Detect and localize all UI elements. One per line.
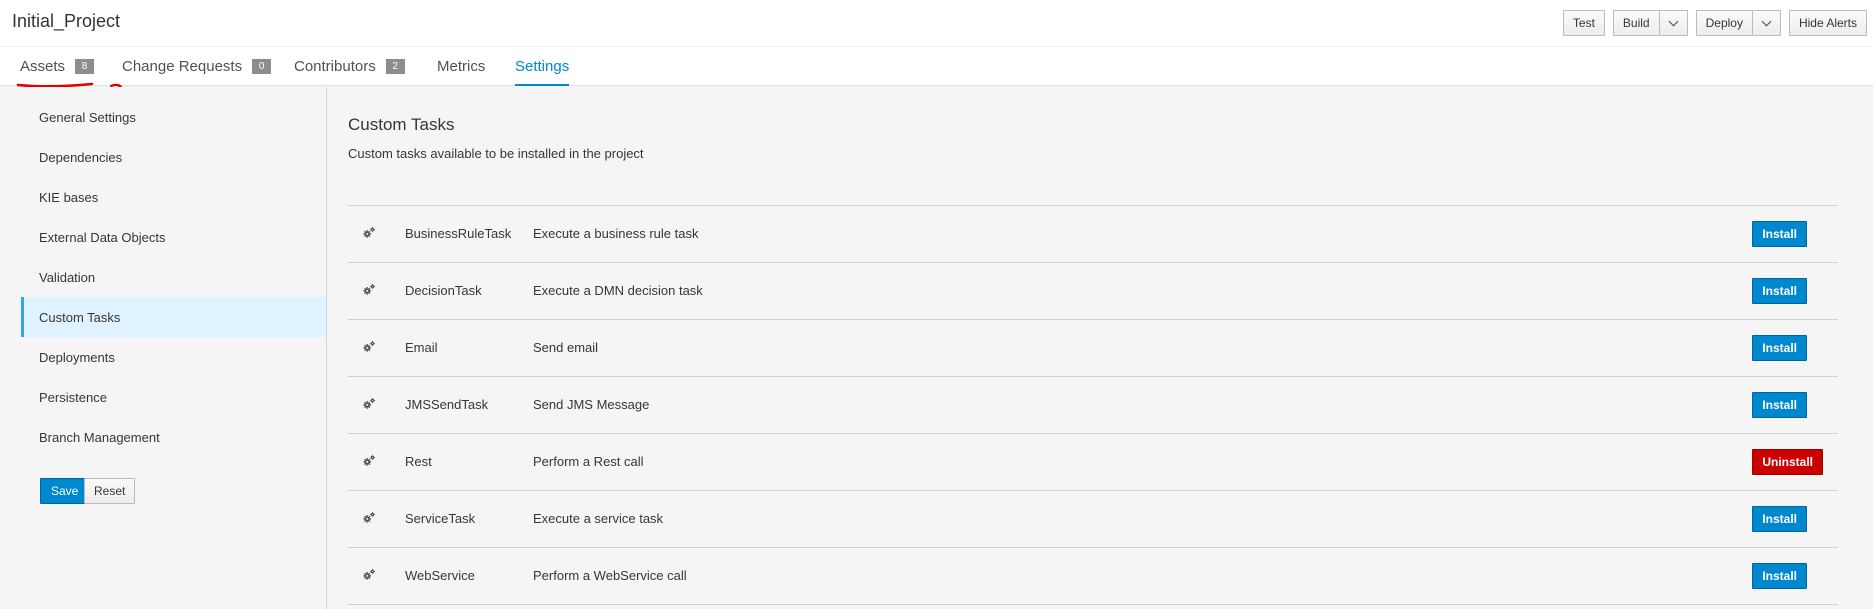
reset-button[interactable]: Reset	[84, 478, 136, 504]
install-button[interactable]: Install	[1752, 506, 1807, 532]
tab-metrics[interactable]: Metrics	[437, 47, 485, 85]
count-badge: 8	[75, 58, 95, 74]
sidebar-item-deployments[interactable]: Deployments	[21, 337, 326, 377]
chevron-down-icon	[1668, 16, 1679, 26]
table-row: JMSSendTask Send JMS Message Install	[348, 377, 1838, 434]
settings-sidebar: General Settings Dependencies KIE bases …	[0, 87, 327, 609]
build-button-group: Build	[1612, 10, 1688, 36]
custom-tasks-table: BusinessRuleTask Execute a business rule …	[348, 205, 1838, 605]
task-description: Perform a WebService call	[533, 568, 687, 583]
count-badge: 2	[385, 58, 405, 74]
chevron-down-icon	[1761, 16, 1772, 26]
install-button[interactable]: Install	[1752, 392, 1807, 418]
test-button[interactable]: Test	[1562, 10, 1605, 36]
custom-tasks-panel: Custom Tasks Custom tasks available to b…	[328, 87, 1873, 609]
sidebar-item-custom-tasks[interactable]: Custom Tasks	[21, 297, 326, 337]
task-name: BusinessRuleTask	[405, 226, 512, 241]
deploy-button-group: Deploy	[1695, 10, 1781, 36]
table-row: ServiceTask Execute a service task Install	[348, 491, 1838, 548]
task-name: JMSSendTask	[405, 397, 489, 412]
sidebar-item-validation[interactable]: Validation	[21, 257, 326, 297]
save-button[interactable]: Save	[40, 478, 90, 504]
task-description: Perform a Rest call	[533, 454, 644, 469]
page-description: Custom tasks available to be installed i…	[348, 146, 644, 161]
tab-contributors[interactable]: Contributors 2	[294, 47, 405, 85]
sidebar-item-persistence[interactable]: Persistence	[21, 377, 326, 417]
table-row: DecisionTask Execute a DMN decision task I…	[348, 263, 1838, 320]
project-title: Initial_Project	[12, 11, 121, 31]
sidebar-item-external-data-objects[interactable]: External Data Objects	[21, 217, 326, 257]
hide-alerts-button[interactable]: Hide Alerts	[1788, 10, 1867, 36]
tab-label: Metrics	[437, 57, 486, 75]
table-row: Rest Perform a Rest call Uninstall	[348, 434, 1838, 491]
cogs-icon	[362, 568, 378, 584]
build-button[interactable]: Build	[1612, 10, 1660, 36]
task-description: Send JMS Message	[533, 397, 650, 412]
table-row: WebService Perform a WebService call Insta…	[348, 548, 1838, 605]
task-name: ServiceTask	[405, 511, 476, 526]
install-button[interactable]: Install	[1752, 335, 1807, 361]
task-name: Email	[405, 340, 438, 355]
tab-assets[interactable]: Assets 8	[20, 47, 95, 85]
task-description: Execute a business rule task	[533, 226, 699, 241]
deploy-dropdown-toggle[interactable]	[1752, 10, 1781, 36]
tab-settings[interactable]: Settings	[515, 47, 570, 86]
page-title: Custom Tasks	[348, 115, 455, 134]
task-name: DecisionTask	[405, 283, 482, 298]
count-badge: 0	[252, 58, 272, 74]
cogs-icon	[362, 397, 378, 413]
cogs-icon	[362, 511, 378, 527]
table-row: Email Send email Install	[348, 320, 1838, 377]
sidebar-item-dependencies[interactable]: Dependencies	[21, 137, 326, 177]
task-name: WebService	[405, 568, 475, 583]
build-dropdown-toggle[interactable]	[1659, 10, 1688, 36]
uninstall-button[interactable]: Uninstall	[1752, 449, 1823, 475]
task-description: Execute a service task	[533, 511, 664, 526]
sidebar-item-kie-bases[interactable]: KIE bases	[21, 177, 326, 217]
task-name: Rest	[405, 454, 432, 469]
tab-label: Change Requests	[122, 57, 243, 75]
install-button[interactable]: Install	[1752, 278, 1807, 304]
task-description: Execute a DMN decision task	[533, 283, 703, 298]
cogs-icon	[362, 454, 378, 470]
tab-label: Settings	[515, 57, 570, 75]
sidebar-item-branch-management[interactable]: Branch Management	[21, 417, 326, 457]
project-tabs: Assets 8 Change Requests 0 Contributors …	[0, 47, 1873, 86]
deploy-button[interactable]: Deploy	[1695, 10, 1753, 36]
task-description: Send email	[533, 340, 599, 355]
project-header: Initial_Project Test Build Deploy Hide A…	[0, 0, 1873, 47]
tab-label: Assets	[20, 57, 66, 75]
cogs-icon	[362, 340, 378, 356]
install-button[interactable]: Install	[1752, 221, 1807, 247]
tab-change-requests[interactable]: Change Requests 0	[122, 47, 272, 85]
cogs-icon	[362, 226, 378, 242]
cogs-icon	[362, 283, 378, 299]
table-row: BusinessRuleTask Execute a business rule …	[348, 206, 1838, 263]
tab-label: Contributors	[294, 57, 376, 75]
project-toolbar: Test Build Deploy Hide Alerts	[1562, 10, 1867, 36]
sidebar-item-general-settings[interactable]: General Settings	[21, 97, 326, 137]
install-button[interactable]: Install	[1752, 563, 1807, 589]
